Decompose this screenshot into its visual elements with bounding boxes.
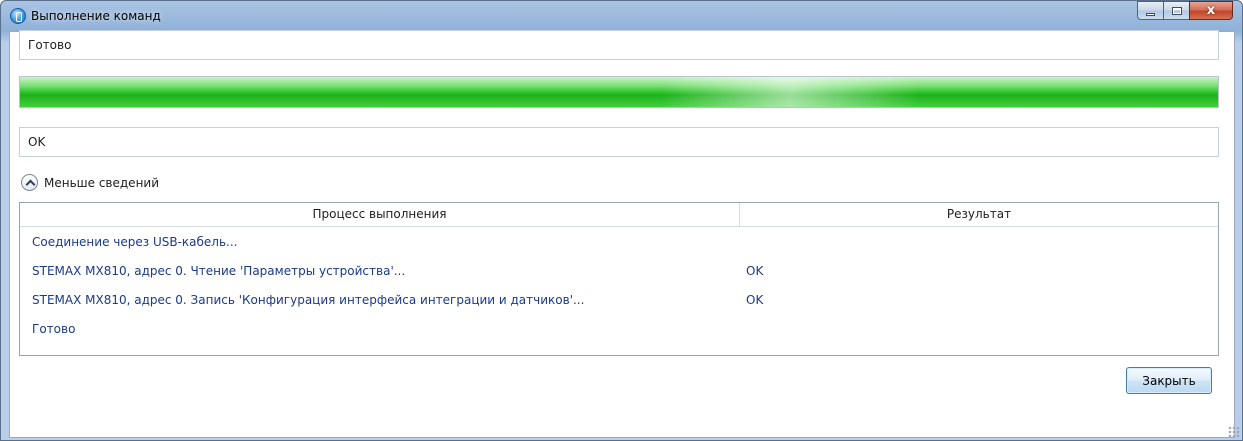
progress-fill: [20, 77, 1218, 107]
log-result-cell: OK: [746, 292, 764, 307]
log-process-cell: Соединение через USB-кабель...: [32, 234, 238, 249]
window-title: Выполнение команд: [31, 9, 161, 23]
minimize-icon: [1146, 13, 1155, 16]
log-row: Соединение через USB-кабель...: [20, 227, 1218, 256]
close-icon: x: [1206, 3, 1216, 18]
minimize-button[interactable]: [1137, 1, 1163, 20]
status-field: Готово: [19, 30, 1219, 60]
result-field: OK: [19, 127, 1219, 157]
log-row: STEMAX MX810, адрес 0. Чтение 'Параметры…: [20, 256, 1218, 285]
details-toggle-label: Меньше сведений: [44, 175, 160, 190]
dialog-window: Выполнение команд x Готово OK Меньше све…: [0, 0, 1243, 441]
column-header-process[interactable]: Процесс выполнения: [20, 203, 740, 226]
details-toggle[interactable]: Меньше сведений: [21, 174, 159, 191]
caption-buttons: x: [1137, 1, 1233, 20]
resize-grip[interactable]: [1228, 426, 1240, 438]
log-process-cell: STEMAX MX810, адрес 0. Чтение 'Параметры…: [32, 263, 406, 278]
window-close-button[interactable]: x: [1189, 1, 1233, 20]
log-process-cell: Готово: [32, 321, 76, 336]
log-row: Готово: [20, 314, 1218, 343]
maximize-button[interactable]: [1163, 1, 1189, 20]
log-row: STEMAX MX810, адрес 0. Запись 'Конфигура…: [20, 285, 1218, 314]
log-table: Процесс выполнения Результат Соединение …: [19, 202, 1219, 356]
log-process-cell: STEMAX MX810, адрес 0. Запись 'Конфигура…: [32, 292, 585, 307]
column-header-result[interactable]: Результат: [740, 203, 1218, 226]
log-header: Процесс выполнения Результат: [20, 203, 1218, 227]
maximize-icon: [1172, 7, 1182, 15]
app-icon: [10, 8, 26, 24]
close-button[interactable]: Закрыть: [1126, 367, 1212, 394]
progress-bar: [19, 76, 1219, 108]
log-result-cell: OK: [746, 263, 764, 278]
title-bar[interactable]: Выполнение команд x: [1, 1, 1242, 31]
chevron-up-icon: [21, 174, 38, 191]
progress-shine: [660, 77, 920, 107]
